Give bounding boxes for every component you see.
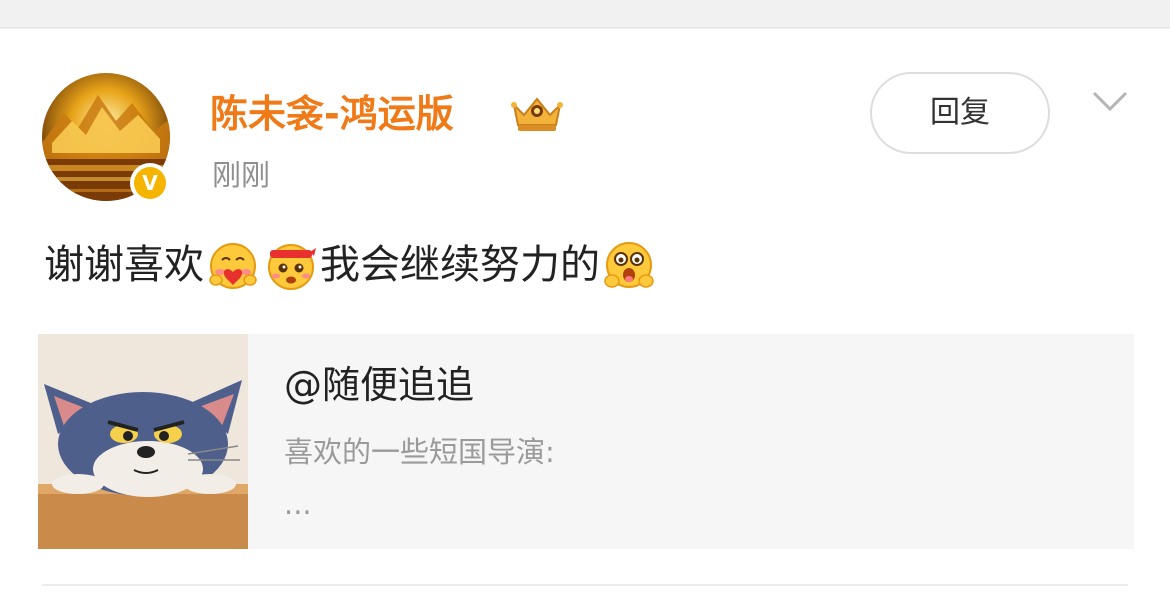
quoted-username[interactable]: @随便追追 [284,360,474,410]
headband-emoji-icon [264,238,318,292]
reply-button[interactable]: 回复 [870,72,1050,154]
timestamp: 刚刚 [212,158,271,192]
comment-text: 谢谢喜欢 我会继续努力的 [44,235,658,295]
quoted-thumbnail [38,334,248,549]
top-separator [0,0,1170,28]
crown-icon [511,97,563,131]
verified-v-icon: V [134,167,166,199]
quoted-text: 喜欢的一些短国导演: [284,435,555,469]
comment-part1: 谢谢喜欢 [44,242,204,288]
quoted-post[interactable]: @随便追追 喜欢的一些短国导演: ... [38,334,1134,549]
quoted-ellipsis: ... [284,487,312,521]
username[interactable]: 陈未衾-鸿运版 [210,89,454,139]
hug-emoji-icon [602,238,656,292]
divider [42,584,1128,586]
comment-part2: 我会继续努力的 [320,242,600,288]
cat-cartoon-image [38,334,248,549]
hug-heart-emoji-icon [206,238,260,292]
comment-card: V 陈未衾-鸿运版 刚刚 回复 谢谢喜欢 我会继续努力的 @随便追追 喜欢的一些… [0,29,1170,594]
chevron-down-icon[interactable] [1090,85,1130,115]
verified-badge: V [130,163,170,203]
